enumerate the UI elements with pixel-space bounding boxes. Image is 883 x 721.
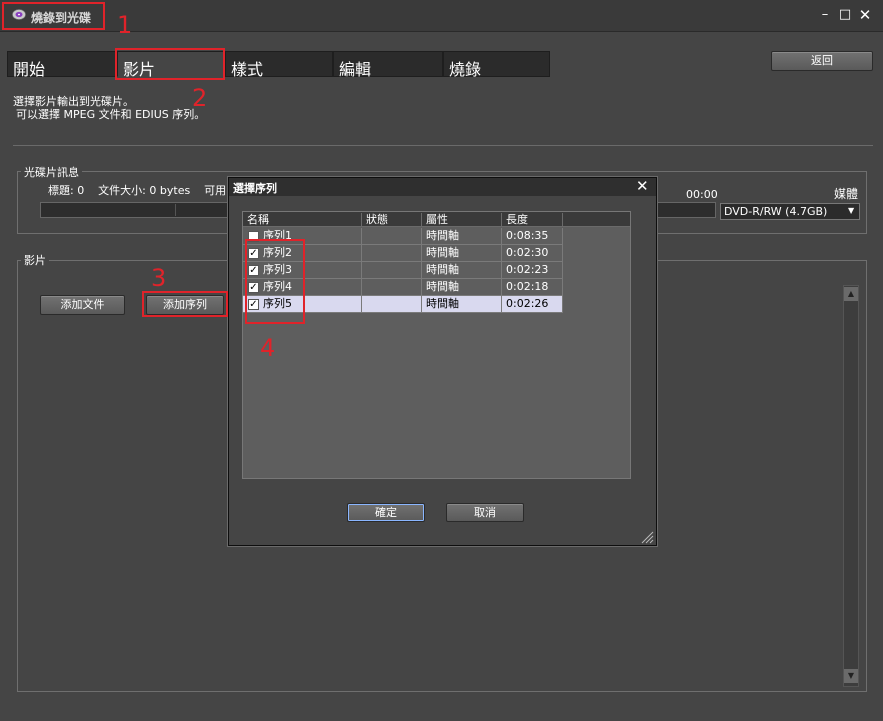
cancel-button[interactable]: 取消 (446, 503, 524, 522)
back-button[interactable]: 返回 (771, 51, 873, 71)
divider (13, 145, 873, 146)
annotation-number: 3 (151, 264, 167, 292)
cell-status (362, 262, 422, 279)
instruction-line: 選擇影片輸出到光碟片。 (13, 95, 134, 108)
cell-length: 0:02:26 (502, 296, 563, 313)
cell-length: 0:02:18 (502, 279, 563, 296)
cell-length: 0:02:23 (502, 262, 563, 279)
disc-info-label: 光碟片訊息 (21, 164, 82, 180)
close-button[interactable]: ✕ (858, 8, 872, 23)
maximize-button[interactable]: □ (838, 8, 852, 22)
dialog-title: 選擇序列 (233, 182, 277, 195)
cell-property: 時間軸 (422, 279, 502, 296)
time-label: 00:00 (686, 188, 718, 201)
column-header-property[interactable]: 屬性 (422, 213, 502, 227)
minimize-button[interactable]: – (818, 8, 832, 22)
media-label: 媒體 (834, 187, 859, 201)
scroll-up-icon[interactable]: ▲ (844, 287, 858, 301)
cell-property: 時間軸 (422, 245, 502, 262)
annotation-number: 4 (260, 334, 276, 362)
cell-property: 時間軸 (422, 228, 502, 245)
title-bar (0, 0, 883, 32)
resize-grip-icon[interactable] (640, 530, 654, 544)
video-scrollbar[interactable] (843, 285, 859, 687)
dialog-close-icon[interactable]: ✕ (636, 178, 649, 194)
column-header-status[interactable]: 狀態 (362, 213, 422, 227)
annotation-box (2, 2, 105, 30)
cell-status (362, 296, 422, 313)
cell-status (362, 228, 422, 245)
cell-property: 時間軸 (422, 296, 502, 313)
tab-style[interactable]: 樣式 (225, 51, 333, 79)
tab-burn[interactable]: 燒錄 (443, 51, 550, 79)
column-header-name[interactable]: 名稱 (243, 213, 362, 227)
dialog-titlebar (229, 178, 656, 196)
scroll-down-icon[interactable]: ▼ (844, 669, 858, 683)
tab-start[interactable]: 開始 (7, 51, 117, 79)
cell-length: 0:02:30 (502, 245, 563, 262)
tab-edit[interactable]: 編輯 (333, 51, 443, 79)
cell-status (362, 279, 422, 296)
annotation-box (245, 239, 305, 324)
video-label: 影片 (21, 252, 49, 268)
media-select[interactable]: DVD-R/RW (4.7GB) (720, 203, 860, 220)
cell-status (362, 245, 422, 262)
cell-length: 0:08:35 (502, 228, 563, 245)
chevron-down-icon[interactable]: ▼ (848, 206, 858, 216)
annotation-box (115, 48, 225, 80)
annotation-number: 1 (117, 11, 133, 39)
instructions: 選擇影片輸出到光碟片。 可以選擇 MPEG 文件和 EDIUS 序列。 (13, 95, 205, 121)
column-header-length[interactable]: 長度 (502, 213, 563, 227)
disc-stats: 標題: 0 文件大小: 0 bytes 可用: (48, 184, 230, 197)
cell-property: 時間軸 (422, 262, 502, 279)
annotation-number: 2 (192, 84, 208, 112)
instruction-line: 可以選擇 MPEG 文件和 EDIUS 序列。 (16, 108, 206, 121)
ok-button[interactable]: 確定 (347, 503, 425, 522)
capacity-tick (175, 204, 176, 216)
annotation-box (142, 291, 228, 317)
add-file-button[interactable]: 添加文件 (40, 295, 125, 315)
